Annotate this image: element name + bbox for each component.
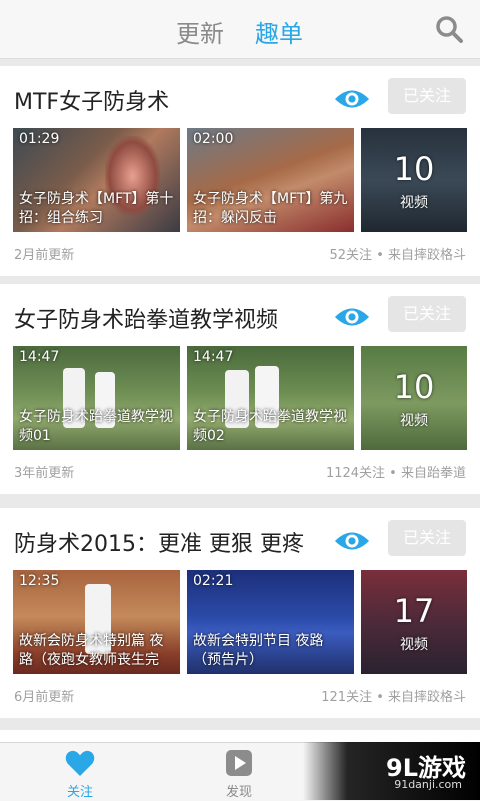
video-duration: 01:29 xyxy=(19,131,60,147)
video-duration: 12:35 xyxy=(19,573,60,589)
video-caption: 女子防身术【MFT】第九招：躲闪反击 xyxy=(193,191,348,226)
playlist-card[interactable]: 女子防身术跆拳道教学视频 已关注 14:47 女子防身术跆拳道教学视频01 14… xyxy=(0,284,480,494)
video-duration: 14:47 xyxy=(193,349,234,365)
video-count-label: 视频 xyxy=(400,413,428,429)
nav-follow-label: 关注 xyxy=(66,785,93,800)
video-count: 17 xyxy=(393,592,435,630)
video-caption: 故新会防身术特别篇 夜路（夜跑女教师丧生完 xyxy=(19,633,164,668)
heart-icon xyxy=(65,750,95,776)
video-thumbnail[interactable]: 02:21 故新会特别节目 夜路（预告片） xyxy=(187,570,354,674)
playlist-title[interactable]: 女子防身术跆拳道教学视频 xyxy=(14,302,278,334)
tab-update[interactable]: 更新 xyxy=(176,14,224,49)
update-time: 3年前更新 xyxy=(14,466,75,481)
video-duration: 02:21 xyxy=(193,573,234,589)
nav-discover-label: 发现 xyxy=(225,785,252,800)
video-caption: 女子防身术【MFT】第十招：组合练习 xyxy=(19,191,174,226)
nav-follow[interactable]: 关注 xyxy=(35,743,125,801)
eye-icon[interactable] xyxy=(333,86,371,112)
more-videos-tile[interactable]: 17 视频 xyxy=(361,570,467,674)
more-videos-tile[interactable]: 10 视频 xyxy=(361,128,467,232)
followed-button[interactable]: 已关注 xyxy=(388,78,466,114)
play-icon xyxy=(226,750,252,776)
video-thumbnail[interactable]: 14:47 女子防身术跆拳道教学视频01 xyxy=(13,346,180,450)
eye-icon[interactable] xyxy=(333,528,371,554)
video-thumbnail[interactable]: 01:29 女子防身术【MFT】第十招：组合练习 xyxy=(13,128,180,232)
update-time: 2月前更新 xyxy=(14,248,75,263)
next-card-edge xyxy=(0,730,480,742)
follow-stats: 52关注 • 来自摔跤格斗 xyxy=(329,248,466,263)
top-bar: 更新 趣单 xyxy=(0,0,480,59)
video-count: 10 xyxy=(393,150,435,188)
nav-discover[interactable]: 发现 xyxy=(194,743,284,801)
watermark-url: 91danji.com xyxy=(394,778,462,791)
video-duration: 14:47 xyxy=(19,349,60,365)
site-watermark: 9L游戏 91danji.com xyxy=(303,742,480,800)
playlist-card[interactable]: 防身术2015：更准 更狠 更疼 已关注 12:35 故新会防身术特别篇 夜路（… xyxy=(0,508,480,718)
playlist-title[interactable]: 防身术2015：更准 更狠 更疼 xyxy=(14,526,304,558)
video-count-label: 视频 xyxy=(400,195,428,211)
video-count-label: 视频 xyxy=(400,637,428,653)
video-caption: 女子防身术跆拳道教学视频02 xyxy=(193,409,347,444)
eye-icon[interactable] xyxy=(333,304,371,330)
search-icon[interactable] xyxy=(434,14,464,44)
video-thumbnail[interactable]: 12:35 故新会防身术特别篇 夜路（夜跑女教师丧生完 xyxy=(13,570,180,674)
playlist-title[interactable]: MTF女子防身术 xyxy=(14,84,169,116)
followed-button[interactable]: 已关注 xyxy=(388,520,466,556)
video-duration: 02:00 xyxy=(193,131,234,147)
update-time: 6月前更新 xyxy=(14,690,75,705)
follow-stats: 121关注 • 来自摔跤格斗 xyxy=(321,690,466,705)
playlist-card[interactable]: MTF女子防身术 已关注 01:29 女子防身术【MFT】第十招：组合练习 02… xyxy=(0,66,480,276)
video-caption: 故新会特别节目 夜路（预告片） xyxy=(193,633,324,668)
video-thumbnail[interactable]: 02:00 女子防身术【MFT】第九招：躲闪反击 xyxy=(187,128,354,232)
video-thumbnail[interactable]: 14:47 女子防身术跆拳道教学视频02 xyxy=(187,346,354,450)
video-count: 10 xyxy=(393,368,435,406)
video-caption: 女子防身术跆拳道教学视频01 xyxy=(19,409,173,444)
more-videos-tile[interactable]: 10 视频 xyxy=(361,346,467,450)
follow-stats: 1124关注 • 来自跆拳道 xyxy=(325,466,466,481)
followed-button[interactable]: 已关注 xyxy=(388,296,466,332)
tab-qudan[interactable]: 趣单 xyxy=(255,14,303,49)
